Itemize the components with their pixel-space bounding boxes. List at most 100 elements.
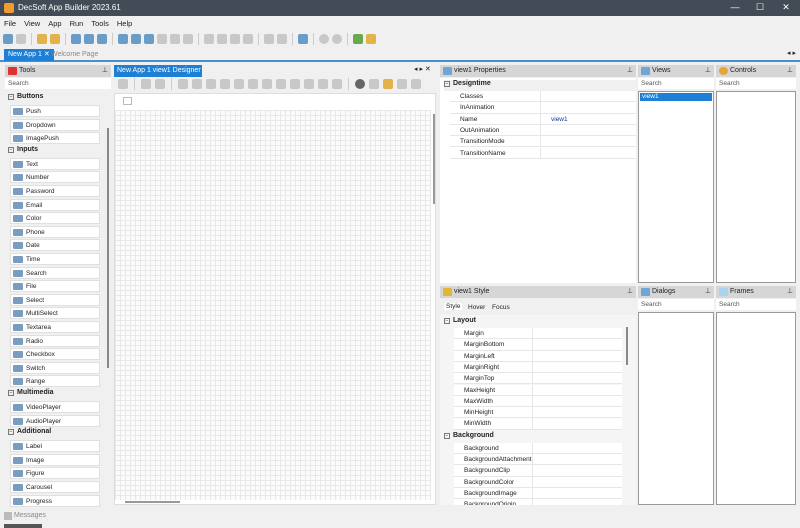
save-as-icon[interactable] <box>84 33 94 44</box>
tool-email[interactable]: Email <box>10 198 100 211</box>
tool-radio[interactable]: Radio <box>10 334 100 347</box>
designer-tab-arrows[interactable]: ◂ ▸ ✕ <box>414 65 431 73</box>
add-frame-icon[interactable] <box>144 33 154 44</box>
close-button[interactable]: ✕ <box>779 2 793 14</box>
tab-scroll-arrows[interactable]: ◂ ▸ <box>787 49 796 57</box>
same-width-icon[interactable] <box>234 79 244 89</box>
tool-text[interactable]: Text <box>10 157 100 170</box>
property-row[interactable]: OutAnimation <box>450 124 636 137</box>
tab-designer[interactable]: New App 1 view1 Designer ✕ <box>114 65 202 86</box>
style-property-row[interactable]: Background <box>454 442 622 454</box>
edit-icon[interactable] <box>217 33 227 44</box>
tool-time[interactable]: Time <box>10 253 100 265</box>
property-row[interactable]: Classes <box>450 91 636 103</box>
controls-search-input[interactable]: Search <box>716 78 796 89</box>
tool-label[interactable]: Label <box>10 440 100 453</box>
menu-run[interactable]: Run <box>70 19 84 28</box>
frames-search-input[interactable]: Search <box>716 299 796 310</box>
tool-audioplayer[interactable]: AudioPlayer <box>10 414 100 427</box>
align-bottom-icon[interactable] <box>304 79 314 89</box>
tool-search[interactable]: Search <box>10 266 100 279</box>
settings-tools-icon[interactable] <box>298 33 308 44</box>
style-property-row[interactable]: BackgroundColor <box>454 476 622 488</box>
stop-icon[interactable] <box>332 33 342 44</box>
remove-dialog-icon[interactable] <box>170 33 180 44</box>
property-value[interactable]: view1 <box>551 114 568 125</box>
tool-image[interactable]: Image <box>10 453 100 466</box>
delete-icon[interactable] <box>355 79 365 89</box>
property-row[interactable]: TransitionMode <box>450 136 636 148</box>
style-property-row[interactable]: BackgroundOrigin <box>454 499 622 505</box>
pin-icon[interactable]: ⊥ <box>787 286 793 298</box>
tool-checkbox[interactable]: Checkbox <box>10 348 100 361</box>
tab-welcome-page[interactable]: Welcome Page <box>47 49 102 61</box>
tool-textarea[interactable]: Textarea <box>10 321 100 333</box>
tool-file[interactable]: File <box>10 280 100 293</box>
tool-select[interactable]: Select <box>10 293 100 306</box>
style-property-row[interactable]: MaxWidth <box>454 395 622 408</box>
copy-icon[interactable] <box>264 33 274 44</box>
pin-icon[interactable]: ⊥ <box>102 65 108 77</box>
collapse-icon[interactable]: − <box>8 146 14 153</box>
style-scrollbar[interactable] <box>626 327 628 365</box>
tools-group-inputs[interactable]: − Inputs <box>8 146 38 153</box>
tab-style[interactable]: Style <box>444 303 463 310</box>
menu-app[interactable]: App <box>48 19 61 28</box>
style-property-row[interactable]: MinHeight <box>454 407 622 419</box>
save-icon[interactable] <box>71 33 81 44</box>
view-grid[interactable] <box>115 110 431 500</box>
menu-help[interactable]: Help <box>117 19 132 28</box>
style-property-row[interactable]: BackgroundClip <box>454 465 622 477</box>
tool-videoplayer[interactable]: VideoPlayer <box>10 401 100 413</box>
tool-multiselect[interactable]: MultiSelect <box>10 307 100 320</box>
edit-control-icon[interactable] <box>248 79 258 89</box>
align-top-icon[interactable] <box>276 79 286 89</box>
align-right-icon[interactable] <box>290 79 300 89</box>
tools-group-buttons[interactable]: − Buttons <box>8 93 43 100</box>
style-property-row[interactable]: MarginLeft <box>454 350 622 362</box>
tab-focus[interactable]: Focus <box>492 304 510 311</box>
dialogs-search-input[interactable]: Search <box>638 299 714 310</box>
property-row[interactable]: InAnimation <box>450 102 636 114</box>
tool-phone[interactable]: Phone <box>10 225 100 238</box>
messages-tab[interactable]: Messages <box>4 512 46 520</box>
layout-group[interactable]: − Layout <box>444 317 476 324</box>
tool-imagepush[interactable]: ImagePush <box>10 132 100 145</box>
center-h-icon[interactable] <box>318 79 328 89</box>
property-row[interactable]: Name view1 <box>450 113 636 125</box>
style-property-row[interactable]: BackgroundImage <box>454 487 622 500</box>
pin-icon[interactable]: ⊥ <box>705 65 711 77</box>
designer-canvas[interactable] <box>114 93 436 505</box>
views-search-input[interactable]: Search <box>638 78 714 89</box>
designer-hscrollbar[interactable] <box>125 501 180 503</box>
tool-progress[interactable]: Progress <box>10 494 100 507</box>
collapse-icon[interactable]: − <box>444 318 450 324</box>
maximize-button[interactable]: ☐ <box>753 2 767 14</box>
style-property-row[interactable]: MarginRight <box>454 361 622 374</box>
find-icon[interactable] <box>204 33 214 44</box>
add-dialog-icon[interactable] <box>131 33 141 44</box>
tool-switch[interactable]: Switch <box>10 361 100 374</box>
tool-number[interactable]: Number <box>10 171 100 184</box>
style-property-row[interactable]: MinWidth <box>454 418 622 430</box>
style-property-row[interactable]: MarginTop <box>454 373 622 385</box>
minimize-button[interactable]: — <box>728 2 742 14</box>
copy-control-icon[interactable] <box>369 79 379 89</box>
tool-figure[interactable]: Figure <box>10 467 100 480</box>
same-height-icon[interactable] <box>220 79 230 89</box>
tool-push[interactable]: Push <box>10 105 100 117</box>
collapse-icon[interactable]: − <box>8 94 14 100</box>
tools-group-additional[interactable]: − Additional <box>8 428 51 436</box>
grid-settings-icon[interactable] <box>118 79 128 89</box>
lock-icon[interactable] <box>141 79 151 89</box>
cut-icon[interactable] <box>397 79 407 89</box>
tool-range[interactable]: Range <box>10 375 100 388</box>
tool-dropdown[interactable]: Dropdown <box>10 118 100 131</box>
bring-front-icon[interactable] <box>178 79 188 89</box>
tab-hover[interactable]: Hover <box>468 304 485 311</box>
background-group[interactable]: − Background <box>444 432 494 439</box>
open-folder-icon[interactable] <box>37 33 47 44</box>
open-icon[interactable] <box>50 33 60 44</box>
library-icon[interactable] <box>230 33 240 44</box>
tool-password[interactable]: Password <box>10 185 100 197</box>
